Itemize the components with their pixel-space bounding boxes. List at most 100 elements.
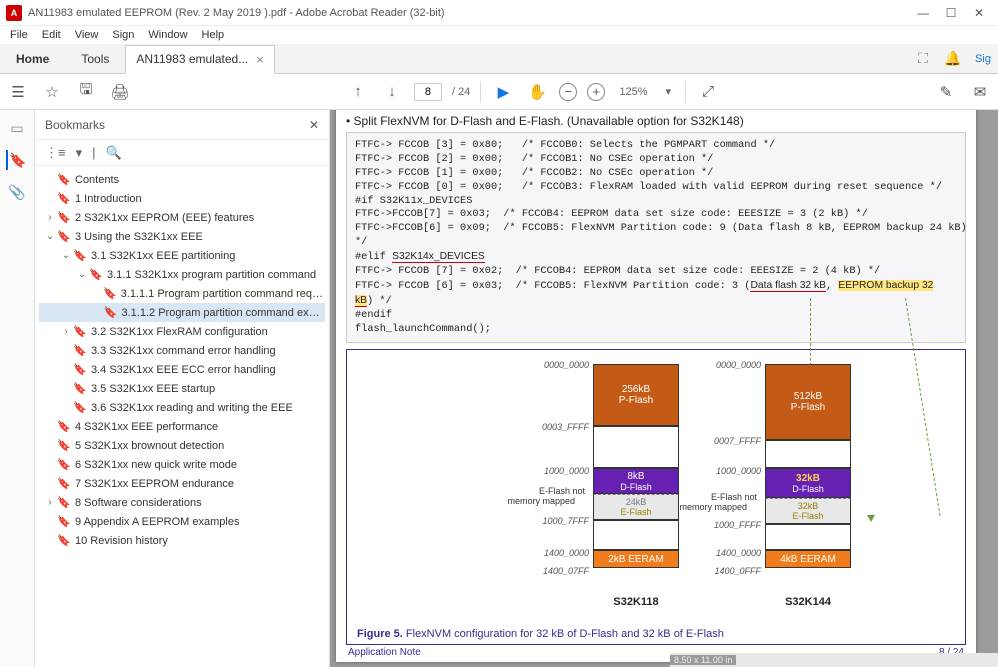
status-bar: 8.50 x 11.00 in xyxy=(670,653,998,667)
page-down-icon[interactable]: ↓ xyxy=(380,80,404,104)
close-tab-icon[interactable]: × xyxy=(256,52,264,67)
bookmark-icon: 🔖 xyxy=(103,287,117,300)
bookmark-icon: 🔖 xyxy=(57,458,71,471)
blk-eeram-right: 4kB EERAM xyxy=(765,550,851,568)
bookmarks-tab-icon[interactable]: 🔖 xyxy=(6,150,26,170)
fullscreen-icon[interactable]: ⛶ xyxy=(908,50,938,67)
sign-icon[interactable]: ✎ xyxy=(934,80,958,104)
bookmark-item[interactable]: 🔖 6 S32K1xx new quick write mode xyxy=(39,455,325,474)
bell-icon[interactable]: 🔔 xyxy=(938,50,968,67)
hand-tool-icon[interactable]: ✋ xyxy=(525,80,549,104)
bookmark-icon: 🔖 xyxy=(73,382,87,395)
bookmark-item[interactable]: 🔖9 Appendix A EEPROM examples xyxy=(39,512,325,531)
chevron-right-icon[interactable]: › xyxy=(43,212,57,223)
bookmarks-options-drop-icon[interactable]: ▾ xyxy=(76,145,83,161)
bookmark-item[interactable]: 🔖3.1.1.1 Program partition command requi… xyxy=(39,284,325,303)
sidebar-toggle-icon[interactable]: ☰ xyxy=(6,80,30,104)
bookmark-label: 6 S32K1xx new quick write mode xyxy=(75,459,237,471)
print-icon[interactable]: 🖨 xyxy=(108,80,132,104)
bookmark-icon: 🔖 xyxy=(57,230,71,243)
menu-help[interactable]: Help xyxy=(202,29,225,41)
bookmark-item[interactable]: 🔖3.1.1.2 Program partition command examp… xyxy=(39,303,325,322)
select-tool-icon[interactable]: ▶ xyxy=(491,80,515,104)
bookmark-label: 3.6 S32K1xx reading and writing the EEE xyxy=(91,402,293,414)
bookmark-item[interactable]: 🔖5 S32K1xx brownout detection xyxy=(39,436,325,455)
close-window-button[interactable]: ✕ xyxy=(966,3,992,23)
save-icon[interactable]: 🖫 xyxy=(74,80,98,104)
page-total: / 24 xyxy=(452,86,470,98)
blk-eflash-right: 32kBE-Flash xyxy=(765,498,851,524)
tab-home[interactable]: Home xyxy=(0,45,65,73)
bookmarks-tree[interactable]: 🔖Contents🔖1 Introduction›🔖2 S32K1xx EEPR… xyxy=(35,166,329,667)
footer-left: Application Note xyxy=(348,647,421,658)
page-up-icon[interactable]: ↑ xyxy=(346,80,370,104)
window-title: AN11983 emulated EEPROM (Rev. 2 May 2019… xyxy=(28,7,910,19)
attachments-tab-icon[interactable]: 📎 xyxy=(7,182,27,202)
find-bookmark-icon[interactable]: 🔍 xyxy=(106,145,122,161)
bookmark-icon: 🔖 xyxy=(57,534,71,547)
chevron-right-icon[interactable]: › xyxy=(43,497,57,508)
bookmark-item[interactable]: ›🔖3.2 S32K1xx FlexRAM configuration xyxy=(39,322,325,341)
bookmarks-title: Bookmarks xyxy=(45,118,105,132)
mail-icon[interactable]: ✉ xyxy=(968,80,992,104)
chevron-right-icon[interactable]: › xyxy=(59,326,73,337)
memcol-s32k144: 512kB P-Flash 32kBD-Flash 32kBE-Flash 4k… xyxy=(765,364,851,568)
bookmark-label: 3.1.1.2 Program partition command exampl… xyxy=(122,307,326,319)
tab-document[interactable]: AN11983 emulated... × xyxy=(125,45,274,74)
bookmark-label: 3.1 S32K1xx EEE partitioning xyxy=(91,250,235,262)
zoom-value[interactable]: 125% xyxy=(615,86,651,98)
bookmark-item[interactable]: 🔖7 S32K1xx EEPROM endurance xyxy=(39,474,325,493)
page-number-input[interactable] xyxy=(414,83,442,101)
bookmark-item[interactable]: 🔖 3.4 S32K1xx EEE ECC error handling xyxy=(39,360,325,379)
bookmark-item[interactable]: 🔖4 S32K1xx EEE performance xyxy=(39,417,325,436)
bookmark-item[interactable]: ›🔖2 S32K1xx EEPROM (EEE) features xyxy=(39,208,325,227)
bookmark-label: 3 Using the S32K1xx EEE xyxy=(75,231,203,243)
menu-window[interactable]: Window xyxy=(148,29,187,41)
titlebar: A AN11983 emulated EEPROM (Rev. 2 May 20… xyxy=(0,0,998,26)
bookmark-label: 1 Introduction xyxy=(75,193,142,205)
memory-diagram: 256kB P-Flash 8kBD-Flash 24kBE-Flash 2kB… xyxy=(346,349,966,645)
tab-tools[interactable]: Tools xyxy=(65,45,125,73)
bookmark-label: Contents xyxy=(75,174,119,186)
bookmark-item[interactable]: 🔖1 Introduction xyxy=(39,189,325,208)
zoom-out-icon[interactable]: − xyxy=(559,83,577,101)
nav-tabstrip: ▭ 🔖 📎 xyxy=(0,110,35,667)
signin-link[interactable]: Sig xyxy=(968,53,998,65)
menu-view[interactable]: View xyxy=(75,29,99,41)
bookmark-icon: 🔖 xyxy=(73,363,87,376)
maximize-button[interactable]: ☐ xyxy=(938,3,964,23)
zoom-in-icon[interactable]: + xyxy=(587,83,605,101)
zoom-dropdown-icon[interactable]: ▾ xyxy=(661,85,675,98)
chevron-down-icon[interactable]: ⌄ xyxy=(43,231,57,242)
bookmark-item[interactable]: ⌄🔖3.1.1 S32K1xx program partition comman… xyxy=(39,265,325,284)
toolbar: ☰ ☆ 🖫 🖨 ↑ ↓ / 24 ▶ ✋ − + 125% ▾ ⤢ ✎ ✉ xyxy=(0,74,998,110)
bookmark-item[interactable]: 🔖 Contents xyxy=(39,170,325,189)
app-icon: A xyxy=(6,5,22,21)
bookmark-label: 3.4 S32K1xx EEE ECC error handling xyxy=(91,364,276,376)
bookmark-item[interactable]: ⌄🔖3.1 S32K1xx EEE partitioning xyxy=(39,246,325,265)
bookmark-icon: 🔖 xyxy=(57,515,71,528)
close-panel-icon[interactable]: ✕ xyxy=(309,118,319,132)
menu-sign[interactable]: Sign xyxy=(112,29,134,41)
fit-width-icon[interactable]: ⤢ xyxy=(696,80,720,104)
thumbs-tab-icon[interactable]: ▭ xyxy=(7,118,27,138)
chevron-down-icon[interactable]: ⌄ xyxy=(75,269,89,280)
bookmarks-options-icon[interactable]: ⋮≡ xyxy=(45,145,66,161)
bookmark-item[interactable]: 🔖10 Revision history xyxy=(39,531,325,550)
bookmark-item[interactable]: ›🔖8 Software considerations xyxy=(39,493,325,512)
bookmark-item[interactable]: 🔖3.3 S32K1xx command error handling xyxy=(39,341,325,360)
menu-edit[interactable]: Edit xyxy=(42,29,61,41)
bookmark-item[interactable]: 🔖3.5 S32K1xx EEE startup xyxy=(39,379,325,398)
bookmark-icon: 🔖 xyxy=(57,173,71,186)
chevron-down-icon[interactable]: ⌄ xyxy=(59,250,73,261)
blk-dflash-left: 8kBD-Flash xyxy=(593,468,679,494)
bookmark-icon: 🔖 xyxy=(57,477,71,490)
bookmark-item[interactable]: ⌄🔖 3 Using the S32K1xx EEE xyxy=(39,227,325,246)
bookmark-item[interactable]: 🔖3.6 S32K1xx reading and writing the EEE xyxy=(39,398,325,417)
document-view[interactable]: • Split FlexNVM for D-Flash and E-Flash.… xyxy=(330,110,998,667)
star-icon[interactable]: ☆ xyxy=(40,80,64,104)
bookmark-icon: 🔖 xyxy=(57,211,71,224)
minimize-button[interactable]: — xyxy=(910,3,936,23)
menu-file[interactable]: File xyxy=(10,29,28,41)
bookmark-icon: 🔖 xyxy=(89,268,103,281)
